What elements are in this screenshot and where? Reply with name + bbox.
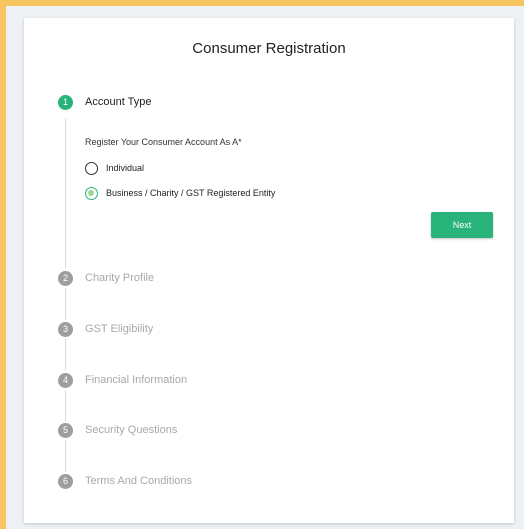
step-label: Financial Information — [85, 374, 188, 386]
step-label: Terms And Conditions — [85, 475, 192, 487]
step-security-questions[interactable]: 5 Security Questions — [58, 420, 177, 440]
step-label: Account Type — [85, 96, 152, 108]
step-number-badge: 3 — [58, 321, 73, 337]
step-connector — [65, 288, 66, 320]
next-button[interactable]: Next — [431, 212, 493, 238]
registration-card: Consumer Registration 1 Account Type Reg… — [24, 18, 514, 523]
step-account-type[interactable]: 1 Account Type — [58, 92, 151, 112]
step-connector — [65, 339, 66, 371]
step-number-badge: 4 — [58, 372, 73, 388]
step-terms-and-conditions[interactable]: 6 Terms And Conditions — [58, 471, 192, 491]
page-background: Consumer Registration 1 Account Type Reg… — [6, 6, 524, 529]
account-type-question: Register Your Consumer Account As A* — [85, 137, 242, 147]
step-number-badge: 1 — [58, 94, 73, 110]
step-label: GST Eligibility — [85, 323, 154, 335]
step-charity-profile[interactable]: 2 Charity Profile — [58, 268, 154, 288]
radio-business-charity-gst[interactable]: Business / Charity / GST Registered Enti… — [85, 185, 275, 201]
radio-label: Business / Charity / GST Registered Enti… — [106, 188, 276, 198]
step-number-badge: 6 — [58, 473, 73, 489]
step-label: Charity Profile — [85, 272, 155, 284]
step-connector — [65, 440, 66, 472]
step-label: Security Questions — [85, 424, 178, 436]
radio-unchecked-icon[interactable] — [85, 161, 98, 175]
radio-individual[interactable]: Individual — [85, 160, 144, 176]
step-gst-eligibility[interactable]: 3 GST Eligibility — [58, 319, 153, 339]
step-number-badge: 2 — [58, 270, 73, 286]
page-title: Consumer Registration — [192, 40, 346, 57]
step-connector — [65, 390, 66, 422]
step-number-badge: 5 — [58, 422, 73, 438]
step-connector — [65, 118, 66, 268]
radio-checked-icon[interactable] — [85, 186, 98, 200]
radio-label: Individual — [106, 163, 145, 173]
step-financial-information[interactable]: 4 Financial Information — [58, 370, 187, 390]
